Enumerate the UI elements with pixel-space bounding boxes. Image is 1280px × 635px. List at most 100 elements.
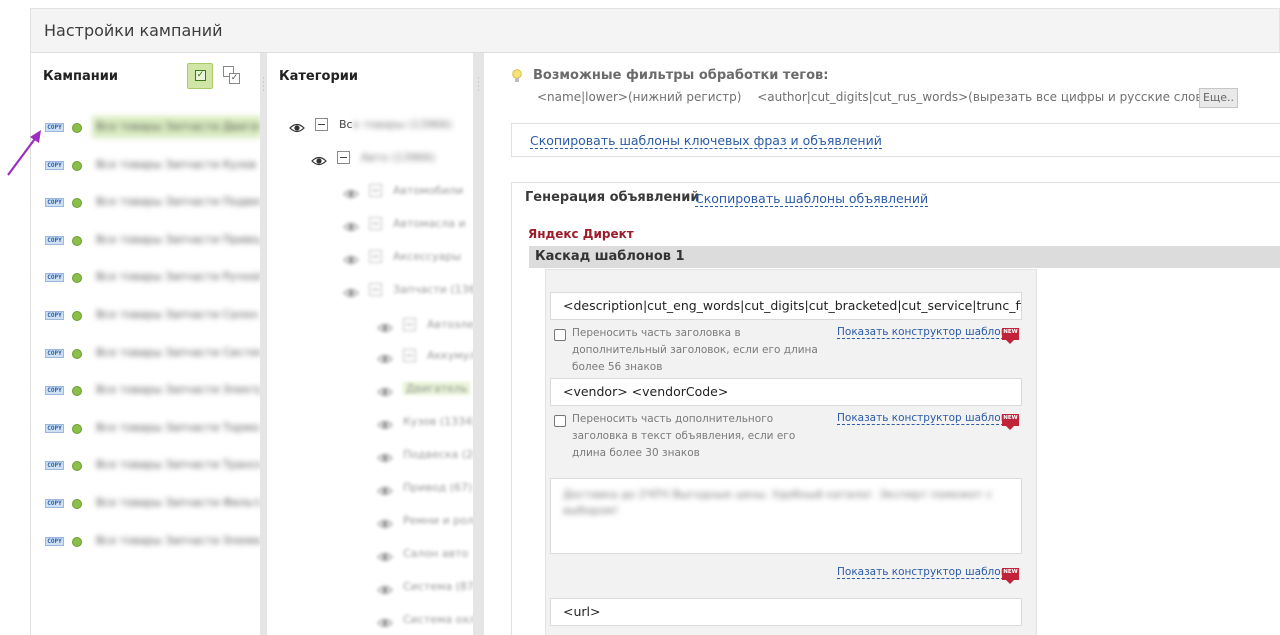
- visibility-eye-icon[interactable]: [343, 251, 359, 265]
- visibility-eye-icon[interactable]: [343, 284, 359, 298]
- ad-generation-title: Генерация объявлений: [525, 190, 700, 205]
- category-row[interactable]: Аксессуары: [267, 245, 473, 271]
- category-row[interactable]: Ремни и ролики: [267, 509, 495, 535]
- categories-splitter[interactable]: · · · ·: [473, 53, 484, 635]
- copy-icon[interactable]: COPY: [45, 536, 64, 546]
- visibility-eye-icon[interactable]: [377, 515, 393, 529]
- filter-example: <name|lower>(нижний регистр): [537, 90, 742, 104]
- copy-icon[interactable]: COPY: [45, 311, 64, 320]
- copy-icon[interactable]: COPY: [45, 423, 64, 433]
- copy-icon[interactable]: COPY: [45, 123, 64, 132]
- campaign-name: Все товары Запчасти Электро: [96, 383, 261, 397]
- status-dot-icon: [72, 123, 82, 133]
- provider-title: Яндекс Директ: [528, 227, 634, 241]
- campaign-row[interactable]: COPY Все товары Запчасти Кузов: [43, 151, 261, 179]
- visibility-eye-icon[interactable]: [343, 185, 359, 199]
- campaign-row[interactable]: COPY Все товары Запчасти Трансмиссия: [43, 451, 261, 479]
- category-row[interactable]: Запчасти (136: [267, 278, 476, 304]
- status-dot-icon: [72, 198, 82, 209]
- visibility-eye-icon[interactable]: [377, 383, 393, 397]
- collapse-icon[interactable]: [315, 118, 328, 131]
- subtitle-template-input[interactable]: <vendor> <vendorCode>: [550, 378, 1022, 406]
- copy-icon[interactable]: COPY: [45, 198, 64, 208]
- category-row[interactable]: Аккумуляторы: [267, 344, 512, 370]
- copy-icon[interactable]: COPY: [45, 499, 64, 508]
- category-row[interactable]: Двигатель: [267, 377, 473, 403]
- status-dot-icon: [72, 311, 82, 321]
- campaign-name: Все товары Запчасти Салон: [96, 308, 259, 321]
- visibility-eye-icon[interactable]: [289, 119, 305, 133]
- campaign-row[interactable]: COPY Все товары Запчасти Элементы: [43, 527, 261, 555]
- category-row[interactable]: Кузов (1334): [267, 410, 476, 436]
- copy-ad-templates-link[interactable]: Скопировать шаблоны объявлений: [695, 191, 929, 207]
- collapse-icon[interactable]: [337, 151, 350, 164]
- copy-icon[interactable]: COPY: [45, 348, 64, 358]
- campaign-row[interactable]: COPY Все товары Запчасти Салон: [43, 301, 261, 329]
- page-header: Настройки кампаний: [30, 8, 1280, 53]
- collapse-icon[interactable]: [369, 283, 382, 296]
- category-row[interactable]: Авто (13966): [267, 146, 473, 172]
- visibility-eye-icon[interactable]: [377, 416, 393, 430]
- collapse-icon[interactable]: [369, 184, 382, 197]
- campaign-row[interactable]: COPY Все товары Запчасти Фильтры: [43, 489, 261, 517]
- category-row[interactable]: Автомасла и: [267, 212, 473, 238]
- copy-icon[interactable]: COPY: [45, 386, 64, 396]
- title-template-input[interactable]: <description|cut_eng_words|cut_digits|cu…: [550, 292, 1022, 320]
- collapse-icon[interactable]: [369, 250, 382, 263]
- annotation-arrow-icon: [7, 130, 41, 176]
- show-constructor-link[interactable]: Показать конструктор шаблона: [837, 326, 1014, 339]
- category-label: Автомобили: [393, 184, 464, 197]
- copy-icon[interactable]: COPY: [45, 235, 64, 245]
- campaign-row[interactable]: COPY Все товары Запчасти Привод: [43, 226, 261, 254]
- text-template-textarea[interactable]: Доставка до 2ЧПЧ Выгодные цены. Удобный …: [550, 478, 1022, 554]
- campaign-row[interactable]: COPY Все товары Запчасти Ручной: [43, 263, 261, 291]
- select-all-button[interactable]: ✓: [187, 63, 213, 89]
- campaign-row[interactable]: COPY Все товары Запчасти Электро: [43, 376, 261, 404]
- category-row[interactable]: Автоэлектрика: [267, 313, 515, 339]
- visibility-eye-icon[interactable]: [343, 218, 359, 232]
- copy-icon[interactable]: COPY: [45, 160, 64, 170]
- collapse-icon[interactable]: [369, 217, 382, 230]
- category-row[interactable]: Салон авто: [267, 542, 473, 568]
- move-subtitle-checkbox[interactable]: [554, 415, 566, 427]
- status-dot-icon: [72, 273, 82, 284]
- campaign-row[interactable]: COPY Все товары Запчасти Система: [43, 339, 261, 367]
- multi-select-button[interactable]: ✓: [219, 63, 245, 89]
- campaigns-splitter[interactable]: · · · ·: [260, 53, 267, 635]
- collapse-icon[interactable]: [403, 349, 416, 362]
- visibility-eye-icon[interactable]: [377, 350, 393, 364]
- more-filters-button[interactable]: Еще..: [1199, 88, 1238, 108]
- status-dot-icon: [72, 160, 82, 171]
- category-row[interactable]: Привод (67): [267, 476, 473, 502]
- campaign-row[interactable]: COPY Все товары Запчасти Тормоз: [43, 414, 261, 442]
- campaign-row[interactable]: COPY Все товары Запчасти Двигатель: [43, 113, 261, 141]
- lightbulb-icon: [512, 69, 522, 82]
- visibility-eye-icon[interactable]: [377, 319, 393, 333]
- visibility-eye-icon[interactable]: [377, 449, 393, 463]
- visibility-eye-icon[interactable]: [311, 152, 327, 166]
- url-template-input[interactable]: <url>: [550, 598, 1022, 626]
- visibility-eye-icon[interactable]: [377, 548, 393, 562]
- status-dot-icon: [72, 536, 82, 547]
- category-row[interactable]: Система (87): [267, 575, 478, 601]
- cascade-title: Каскад шаблонов 1: [535, 249, 685, 264]
- category-row[interactable]: Подвеска (24: [267, 443, 480, 469]
- filter-example: <author|cut_digits|cut_rus_words>(выреза…: [757, 90, 1215, 104]
- campaign-row[interactable]: COPY Все товары Запчасти Подвеска: [43, 188, 261, 216]
- copy-icon[interactable]: COPY: [45, 273, 64, 283]
- collapse-icon[interactable]: [403, 318, 416, 331]
- category-row[interactable]: Автомобили: [267, 179, 473, 205]
- copy-keyphrase-templates-link[interactable]: Скопировать шаблоны ключевых фраз и объя…: [530, 133, 882, 149]
- move-title-checkbox[interactable]: [554, 329, 566, 341]
- checkbox-icon: ✓: [195, 70, 206, 81]
- show-constructor-link[interactable]: Показать конструктор шаблона: [837, 412, 1014, 425]
- category-row[interactable]: Система охл.: [267, 608, 479, 634]
- category-label: Система охл.: [403, 613, 480, 626]
- show-constructor-link[interactable]: Показать конструктор шаблона: [837, 566, 1014, 579]
- visibility-eye-icon[interactable]: [377, 614, 393, 628]
- copy-icon[interactable]: COPY: [45, 461, 64, 471]
- category-row[interactable]: Все товары (13966): [267, 113, 473, 139]
- visibility-eye-icon[interactable]: [377, 581, 393, 595]
- visibility-eye-icon[interactable]: [377, 482, 393, 496]
- settings-panel: Возможные фильтры обработки тегов: <name…: [484, 53, 1280, 635]
